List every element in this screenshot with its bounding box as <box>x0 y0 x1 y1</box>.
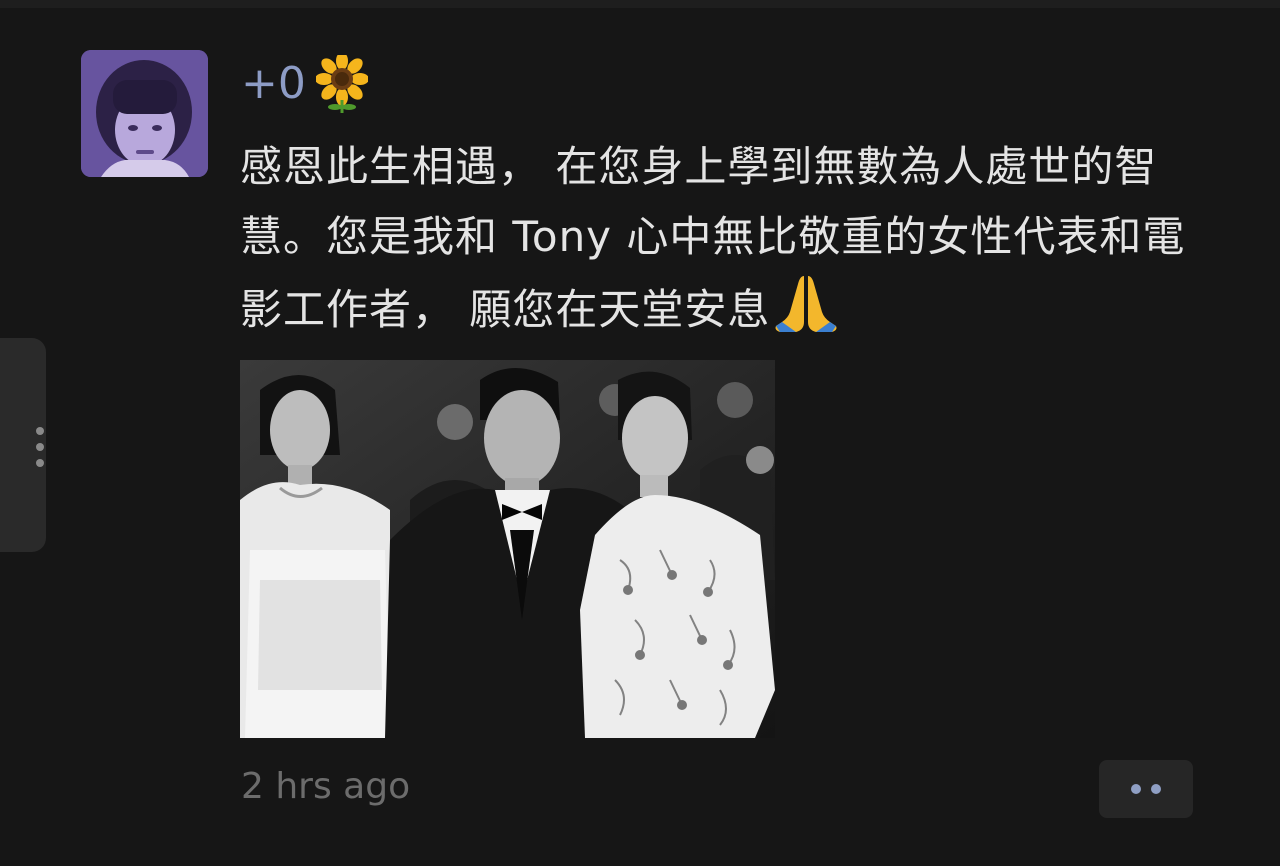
sunflower-icon <box>315 55 368 113</box>
horizontal-dots-icon <box>1151 784 1161 794</box>
post-text-body: 感恩此生相遇， 在您身上學到無數為人處世的智慧。您是我和 Tony 心中無比敬重… <box>240 142 1186 334</box>
top-divider <box>0 0 1280 8</box>
avatar[interactable] <box>81 50 208 177</box>
vertical-dots-icon[interactable] <box>36 427 46 467</box>
more-options-button[interactable] <box>1099 760 1193 818</box>
horizontal-dots-icon <box>1131 784 1141 794</box>
post-timestamp: 2 hrs ago <box>241 766 411 807</box>
author-name[interactable]: +0 <box>241 62 306 106</box>
author-row: +0 <box>241 52 368 116</box>
post-photo[interactable] <box>240 360 775 738</box>
post-text: 感恩此生相遇， 在您身上學到無數為人處世的智慧。您是我和 Tony 心中無比敬重… <box>240 132 1220 355</box>
pray-icon <box>774 272 838 355</box>
moments-post-screen: +0 感恩此生相遇， 在您身上學到無數為人處世的智慧。您是我和 Tony 心中無… <box>0 0 1280 866</box>
